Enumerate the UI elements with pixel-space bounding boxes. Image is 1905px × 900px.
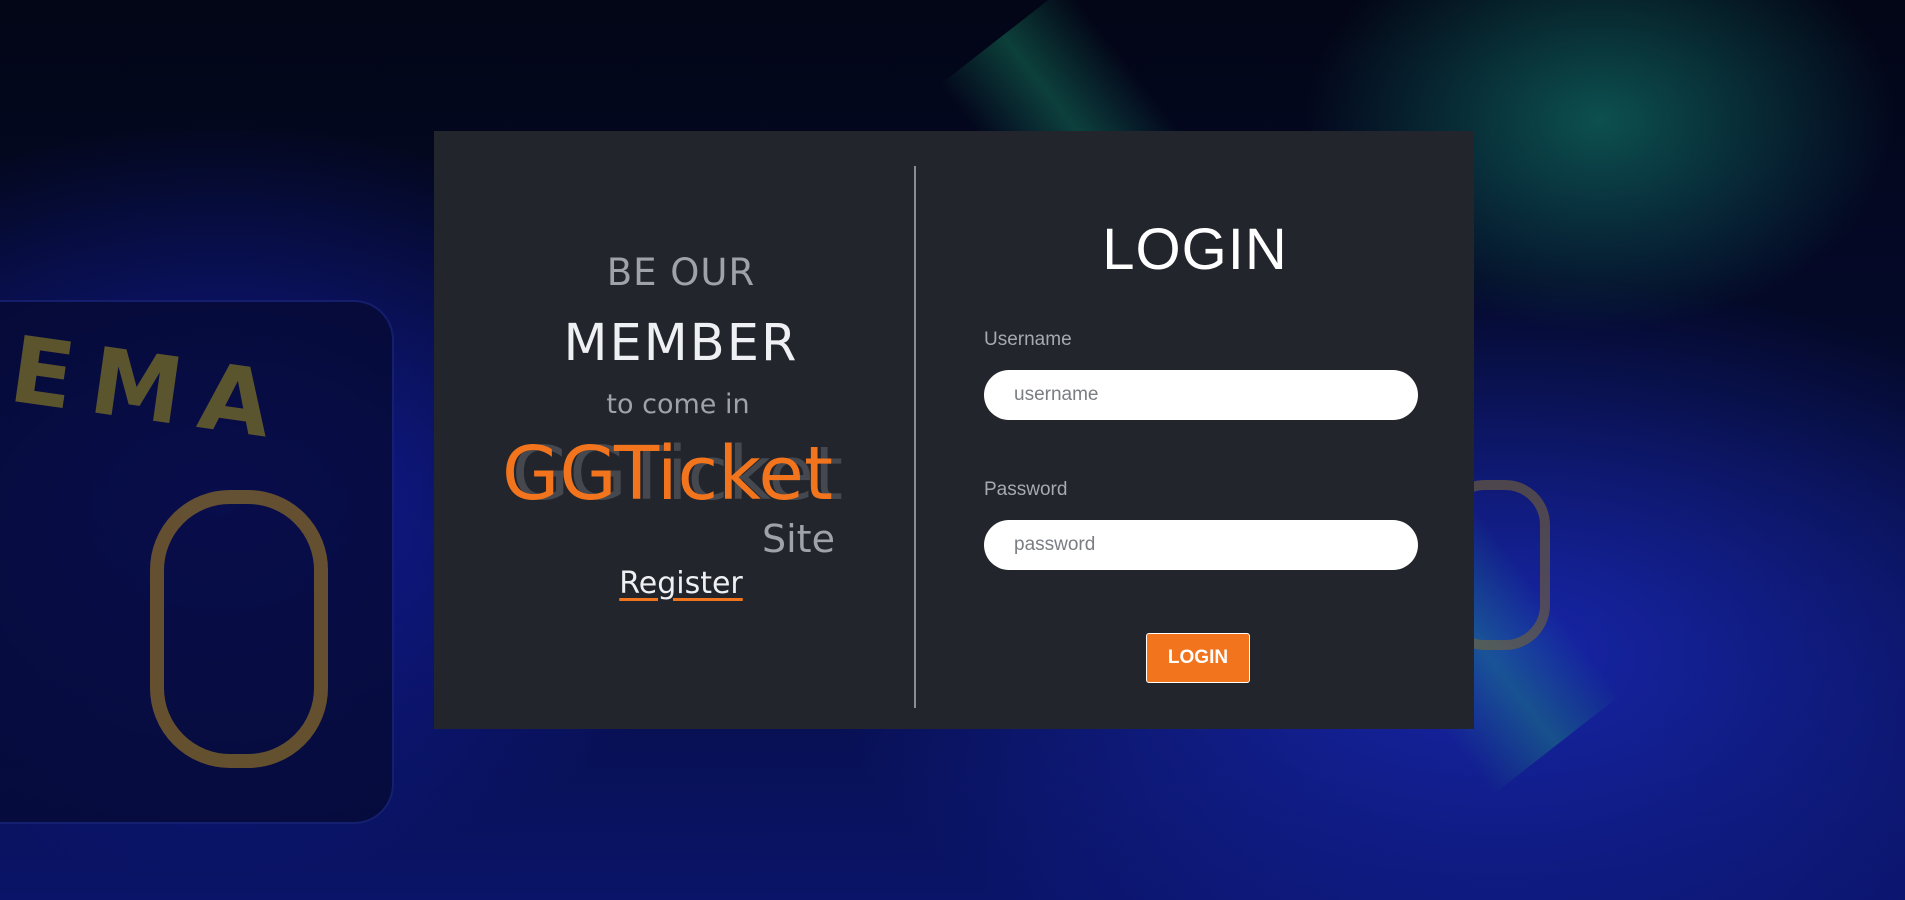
login-form-panel: LOGIN Username Password LOGIN [916,131,1474,729]
promo-line-come-in: to come in [606,389,750,420]
password-input[interactable] [984,520,1418,570]
login-title: LOGIN [1102,217,1288,282]
member-promo-panel: BE OUR MEMBER to come in GGTicket GGTick… [434,131,914,729]
register-link[interactable]: Register [619,566,743,601]
username-input[interactable] [984,370,1418,420]
login-card: BE OUR MEMBER to come in GGTicket GGTick… [434,131,1474,729]
promo-line-be-our: BE OUR [606,251,756,294]
username-label: Username [984,329,1072,350]
login-page: EMA BE OUR MEMBER to come in GGTicket GG… [0,0,1905,900]
promo-line-member: MEMBER [563,314,799,373]
login-button[interactable]: LOGIN [1146,633,1250,683]
brand-suffix: Site [762,517,835,561]
password-label: Password [984,479,1068,500]
background-neon-digit [150,490,328,768]
brand-name: GGTicket [502,431,833,517]
register-link-wrapper: Register [434,566,928,601]
